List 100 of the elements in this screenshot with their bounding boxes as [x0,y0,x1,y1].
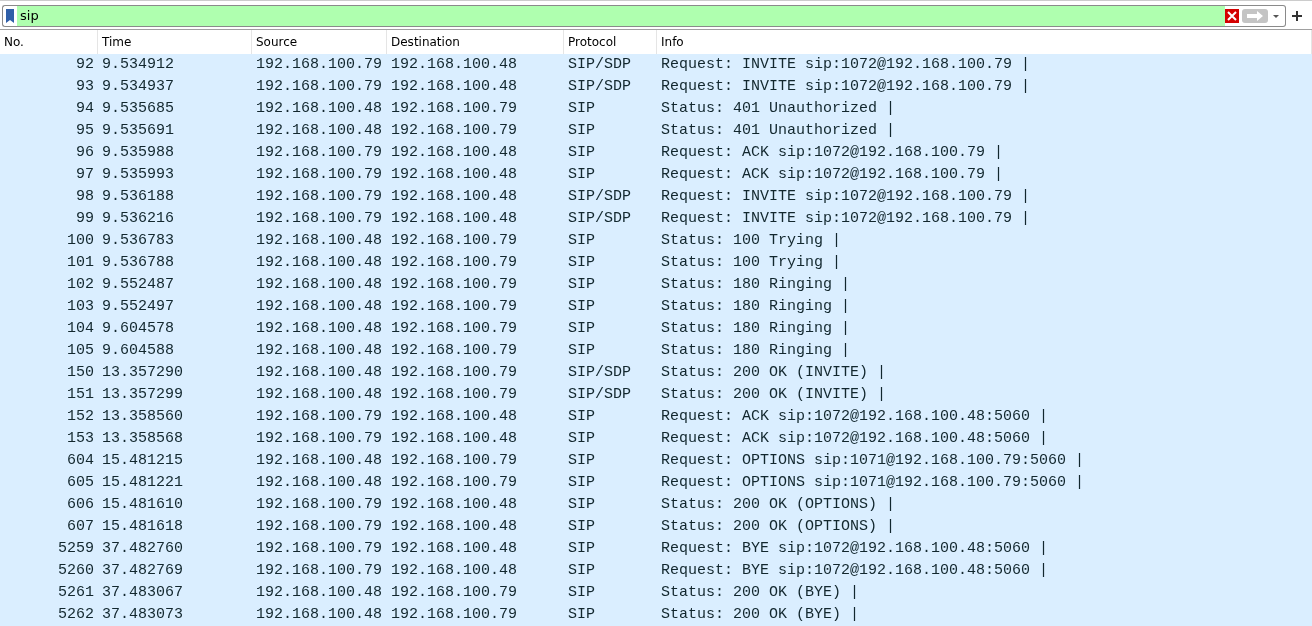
table-cell-text: Request: INVITE sip:1072@192.168.100.79 | [660,77,1032,97]
table-cell-text: 13.357299 [101,385,184,405]
table-cell-text: 192.168.100.79 [255,517,384,537]
table-cell-text: 15.481215 [101,451,184,471]
table-cell-text: 192.168.100.48 [255,121,384,141]
table-cell-text: 192.168.100.48 [255,341,384,361]
table-cell-text: 192.168.100.48 [390,77,519,97]
table-cell-text: SIP [567,297,596,317]
table-cell-text: SIP [567,121,596,141]
table-cell-text: 15.481610 [101,495,184,515]
table-cell-text: Status: 401 Unauthorized | [660,121,897,141]
add-icon[interactable] [1290,8,1304,23]
table-cell-text: 15.481221 [101,473,184,493]
table-cell-text: 9.604578 [101,319,175,339]
table-cell-text: 37.482760 [101,539,184,559]
table-cell-text: 192.168.100.79 [255,55,384,75]
table-cell-text: Status: 180 Ringing | [660,319,852,339]
table-cell-text: Status: 180 Ringing | [660,275,852,295]
table-cell-text: 192.168.100.79 [255,77,384,97]
table-cell-text: 9.536216 [101,209,175,229]
table-cell-text: Status: 200 OK (OPTIONS) | [660,517,897,537]
table-cell-text: 37.483073 [101,605,184,625]
table-cell-text: Request: BYE sip:1072@192.168.100.48:5060 | [660,561,1050,581]
table-cell-text: 104 [66,319,95,339]
table-cell-text: 192.168.100.48 [390,517,519,537]
table-cell-text: SIP [567,143,596,163]
table-cell-text: 9.552487 [101,275,175,295]
table-cell-text: 192.168.100.79 [255,187,384,207]
table-cell-text: 37.483067 [101,583,184,603]
table-cell-text: 94 [75,99,95,119]
table-cell-text: 192.168.100.48 [390,143,519,163]
table-cell-text: 97 [75,165,95,185]
table-cell-text: SIP [567,99,596,119]
table-cell-text: 13.358560 [101,407,184,427]
table-cell-text: SIP/SDP [567,77,632,97]
table-cell-text: 151 [66,385,95,405]
table-cell-text: SIP/SDP [567,55,632,75]
table-cell-text: Status: 200 OK (INVITE) | [660,363,888,383]
clear-icon[interactable] [1225,8,1239,23]
table-cell-text: 192.168.100.79 [255,143,384,163]
table-cell-text: 5260 [57,561,95,581]
table-cell-text: SIP/SDP [567,209,632,229]
table-cell-text: SIP [567,341,596,361]
table-cell-text: 9.536188 [101,187,175,207]
table-cell-text: 192.168.100.48 [255,275,384,295]
table-cell-text: 192.168.100.48 [255,605,384,625]
table-cell-text: 101 [66,253,95,273]
table-cell-text: Request: INVITE sip:1072@192.168.100.79 | [660,55,1032,75]
table-cell-text: SIP [567,495,596,515]
table-cell-text: 192.168.100.79 [255,429,384,449]
table-cell-text: 192.168.100.48 [390,407,519,427]
table-cell-text: SIP/SDP [567,187,632,207]
table-cell-text: Status: 100 Trying | [660,231,843,251]
table-cell-text: SIP [567,231,596,251]
table-cell-text: Status: 180 Ringing | [660,341,852,361]
table-cell-text: 192.168.100.48 [255,297,384,317]
display-filter-field[interactable]: sip [17,4,1225,27]
table-cell-text: 96 [75,143,95,163]
table-cell-text: SIP [567,429,596,449]
table-cell-text: 192.168.100.79 [390,319,519,339]
table-cell-text: 606 [66,495,95,515]
table-cell-text: SIP/SDP [567,363,632,383]
table-cell-text: 92 [75,55,95,75]
table-cell-text: Request: ACK sip:1072@192.168.100.48:5060 | [660,429,1050,449]
table-cell-text: 192.168.100.79 [255,165,384,185]
table-cell-text: 192.168.100.79 [255,495,384,515]
table-cell-text: 192.168.100.79 [390,99,519,119]
table-cell-text: Request: INVITE sip:1072@192.168.100.79 | [660,187,1032,207]
table-cell-text: 9.535691 [101,121,175,141]
table-cell-text: 192.168.100.79 [390,363,519,383]
table-cell-text: 9.604588 [101,341,175,361]
table-cell-text: 192.168.100.48 [255,385,384,405]
table-cell-text: 5262 [57,605,95,625]
table-cell-text: SIP [567,605,596,625]
table-cell-text: Status: 100 Trying | [660,253,843,273]
table-cell-text: SIP [567,473,596,493]
bookmark-icon[interactable] [2,4,17,27]
table-cell-text: 9.536783 [101,231,175,251]
table-cell-text: 192.168.100.48 [390,209,519,229]
table-cell-text: 192.168.100.48 [255,253,384,273]
table-cell-text: 192.168.100.79 [390,275,519,295]
table-cell-text: Status: 200 OK (INVITE) | [660,385,888,405]
table-cell-text: 9.536788 [101,253,175,273]
table-cell-text: 192.168.100.48 [390,55,519,75]
table-cell-text: Request: ACK sip:1072@192.168.100.48:5060 | [660,407,1050,427]
table-cell-text: Request: OPTIONS sip:1071@192.168.100.79:5060 | [660,451,1086,471]
table-cell-text: 9.535988 [101,143,175,163]
table-cell-text: 100 [66,231,95,251]
table-cell-text: SIP [567,165,596,185]
table-cell-text: 192.168.100.48 [255,231,384,251]
table-cell-text: 192.168.100.48 [255,319,384,339]
table-cell-text: SIP [567,539,596,559]
table-cell-text: Request: ACK sip:1072@192.168.100.79 | [660,143,1005,163]
table-cell-text: Request: OPTIONS sip:1071@192.168.100.79:5060 | [660,473,1086,493]
table-cell-text: 192.168.100.48 [390,561,519,581]
table-cell-text: 9.534912 [101,55,175,75]
table-cell-text: SIP [567,517,596,537]
table-cell-text: 192.168.100.48 [255,451,384,471]
table-cell-text: 192.168.100.79 [390,341,519,361]
table-cell-text: 5261 [57,583,95,603]
